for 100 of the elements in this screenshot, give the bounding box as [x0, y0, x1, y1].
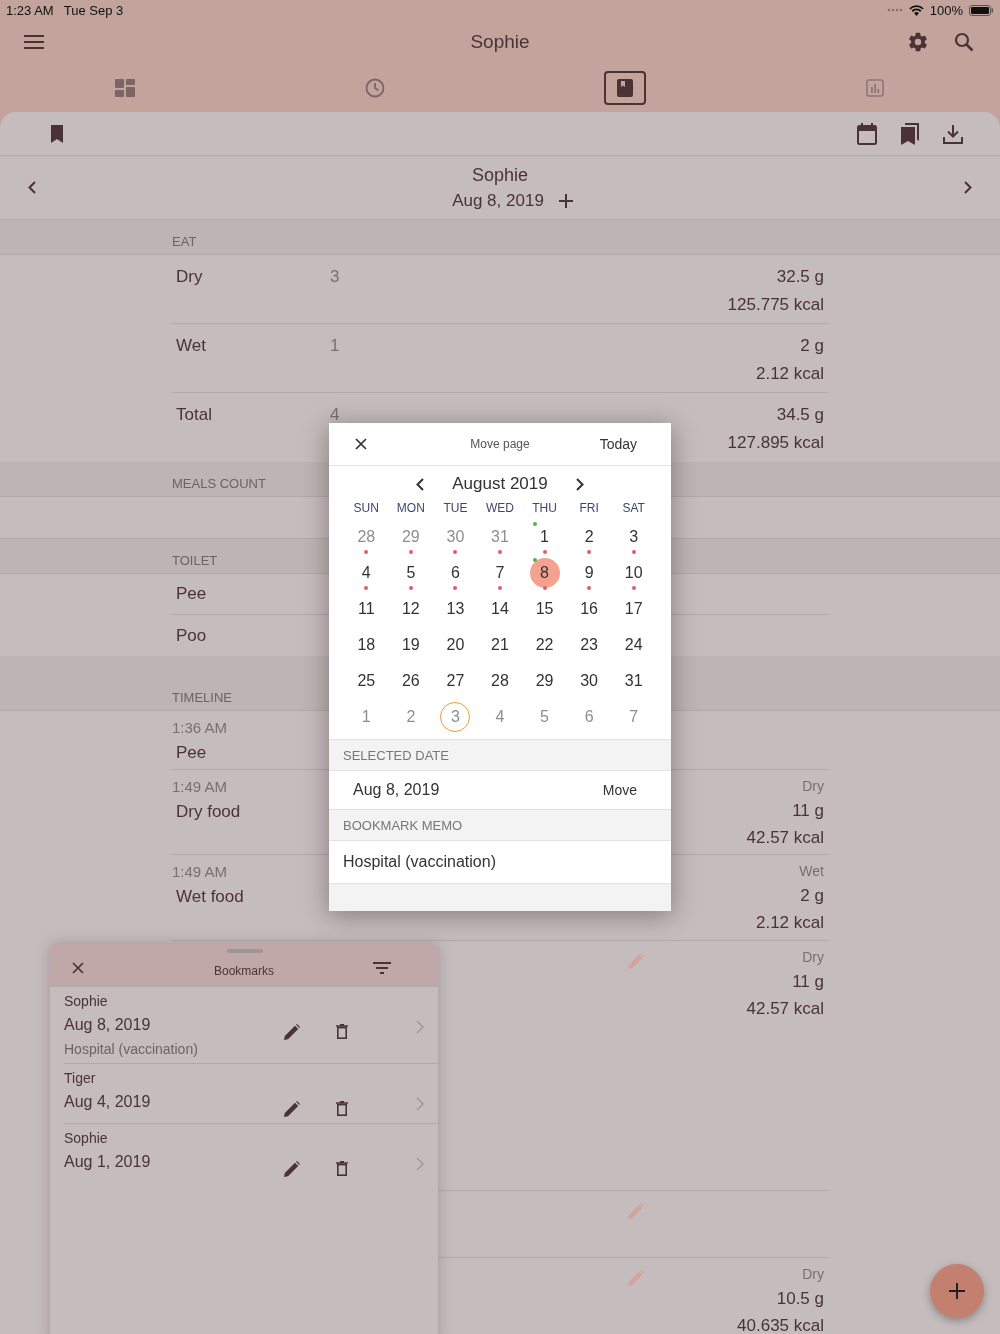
- energy: 127.895 kcal: [727, 433, 824, 453]
- weekday-label: WED: [485, 500, 515, 517]
- signal-icon: [886, 8, 903, 12]
- calendar-day[interactable]: 6: [440, 558, 471, 588]
- entry-time: 1:49 AM: [172, 863, 228, 880]
- calendar-day[interactable]: 16: [574, 594, 605, 624]
- food-type: Total: [176, 405, 213, 426]
- next-page-button[interactable]: [962, 179, 974, 196]
- add-button[interactable]: [557, 192, 574, 209]
- today-button[interactable]: Today: [599, 436, 637, 452]
- bookmark-date: Aug 1, 2019: [64, 1153, 152, 1171]
- pencil-icon[interactable]: [284, 1024, 300, 1040]
- bookmark-item[interactable]: Tiger Aug 4, 2019: [64, 1064, 438, 1124]
- calendar-day[interactable]: 17: [618, 594, 649, 624]
- calendar-day[interactable]: 28: [485, 666, 515, 696]
- energy: 2.12 kcal: [755, 913, 824, 933]
- calendar-day[interactable]: 26: [395, 666, 426, 696]
- entry-label: Wet food: [175, 887, 244, 907]
- wifi-icon: [908, 4, 924, 16]
- food-type: Wet: [176, 336, 207, 357]
- calendar-day[interactable]: 24: [618, 630, 649, 660]
- calendar-day[interactable]: 23: [574, 630, 605, 660]
- book-icon: [617, 79, 633, 97]
- calendar-day[interactable]: 11: [351, 594, 382, 624]
- plus-icon: [949, 1283, 965, 1299]
- weekday-label: MON: [395, 500, 426, 517]
- delete-icon[interactable]: [336, 1101, 348, 1116]
- energy: 125.775 kcal: [727, 295, 824, 315]
- delete-icon[interactable]: [336, 1161, 348, 1176]
- search-button[interactable]: [952, 30, 976, 54]
- tab[interactable]: [604, 71, 646, 105]
- calendar-day[interactable]: 7: [485, 558, 515, 588]
- next-month-button[interactable]: [573, 476, 586, 492]
- move-button[interactable]: Move: [602, 782, 637, 798]
- calendar-day[interactable]: 21: [485, 630, 515, 660]
- calendar-day[interactable]: 25: [351, 666, 382, 696]
- meal-count: 4: [330, 405, 340, 426]
- previous-page-button[interactable]: [26, 179, 38, 196]
- calendar-day[interactable]: 2: [574, 522, 605, 552]
- weekday-label: SUN: [352, 500, 380, 517]
- weekday-label: SAT: [621, 500, 646, 517]
- amount: 2 g: [800, 336, 824, 356]
- clock-icon: [365, 78, 385, 98]
- calendar-day[interactable]: 12: [395, 594, 426, 624]
- bookmark-date: Aug 8, 2019: [64, 1016, 152, 1034]
- amount: 11 g: [792, 801, 824, 821]
- battery-percent: 100%: [929, 2, 963, 18]
- entry-time: 1:36 AM: [172, 719, 228, 736]
- calendar-day[interactable]: 9: [574, 558, 605, 588]
- section-header: TIMELINE: [172, 690, 232, 705]
- calendar-day[interactable]: 4: [351, 558, 382, 588]
- calendar-day[interactable]: 8: [529, 558, 560, 588]
- calendar-day[interactable]: 20: [440, 630, 471, 660]
- calendar-day[interactable]: 5: [395, 558, 426, 588]
- calendar-day[interactable]: 10: [618, 558, 649, 588]
- food-type: Wet: [799, 863, 824, 879]
- energy: 42.57 kcal: [746, 999, 824, 1019]
- pencil-icon[interactable]: [284, 1161, 300, 1177]
- calendar-day[interactable]: 30: [574, 666, 605, 696]
- meal-count: 1: [330, 336, 340, 357]
- toilet-type: Poo: [176, 625, 208, 646]
- filter-button[interactable]: [372, 961, 392, 975]
- calendar-day[interactable]: 13: [440, 594, 471, 624]
- calendar-day[interactable]: 19: [395, 630, 426, 660]
- bookmark-memo: Hospital (vaccination): [64, 1041, 199, 1057]
- bookmark-item[interactable]: Sophie Aug 8, 2019 Hospital (vaccination): [64, 987, 438, 1064]
- calendar-day[interactable]: 22: [529, 630, 560, 660]
- calendar-day[interactable]: 18: [351, 630, 382, 660]
- screen-title: Sophie: [470, 31, 530, 53]
- drag-handle[interactable]: [227, 949, 263, 953]
- pencil-icon[interactable]: [284, 1101, 300, 1117]
- weekday-label: THU: [531, 500, 558, 517]
- calendar-day[interactable]: 29: [529, 666, 560, 696]
- bookmarks-button[interactable]: [899, 121, 921, 146]
- calendar-button[interactable]: [856, 121, 878, 146]
- section-header: TOILET: [172, 553, 218, 568]
- bookmark-date: Aug 4, 2019: [64, 1093, 152, 1111]
- calendar-day[interactable]: 27: [440, 666, 471, 696]
- meal-count: 3: [330, 267, 340, 288]
- settings-button[interactable]: [906, 30, 930, 54]
- section-header: SELECTED DATE: [343, 747, 449, 763]
- chevron-icon: [416, 1020, 424, 1034]
- delete-icon[interactable]: [336, 1024, 348, 1039]
- previous-month-button[interactable]: [414, 476, 427, 492]
- bookmark-item[interactable]: Sophie Aug 1, 2019: [64, 1124, 438, 1183]
- calendar-day[interactable]: 14: [485, 594, 515, 624]
- calendar-day[interactable]: 3: [618, 522, 649, 552]
- amount: 10.5 g: [776, 1289, 824, 1309]
- energy: 42.57 kcal: [746, 828, 824, 848]
- calendar-day[interactable]: 31: [618, 666, 649, 696]
- pet-name: Sophie: [64, 993, 109, 1009]
- memo-field[interactable]: Hospital (vaccination): [329, 841, 671, 884]
- energy: 40.635 kcal: [737, 1316, 824, 1334]
- close-button[interactable]: [71, 961, 85, 975]
- close-button[interactable]: [354, 437, 368, 451]
- calendar-day[interactable]: 15: [529, 594, 560, 624]
- pet-name: Sophie: [471, 164, 529, 186]
- amount: 32.5 g: [776, 267, 824, 287]
- calendar-day[interactable]: 1: [529, 522, 560, 552]
- month-title: August 2019: [452, 474, 548, 494]
